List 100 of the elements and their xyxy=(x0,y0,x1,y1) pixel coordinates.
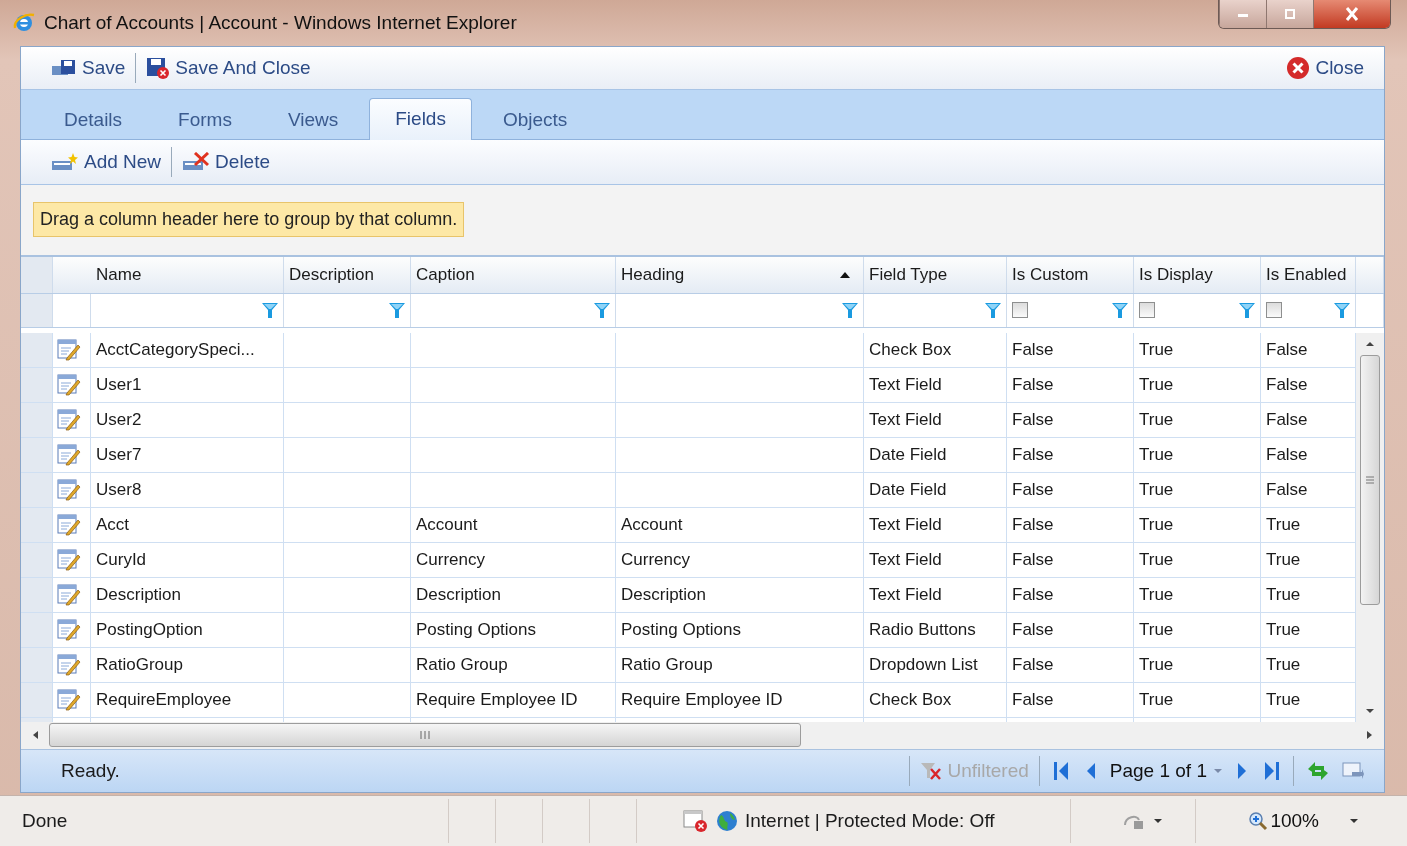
save-and-close-button[interactable]: Save And Close xyxy=(142,54,315,81)
close-icon xyxy=(1286,55,1311,80)
table-cell: Posting Options xyxy=(411,612,616,647)
table-cell: Currency xyxy=(411,542,616,577)
caret-icon xyxy=(1213,768,1223,774)
table-cell: True xyxy=(1134,507,1261,542)
table-cell: Account xyxy=(616,507,864,542)
table-cell: False xyxy=(1007,507,1134,542)
popup-blocked-icon[interactable] xyxy=(683,809,709,834)
filter-checkbox[interactable] xyxy=(1139,302,1155,319)
filter-icon[interactable] xyxy=(984,301,1002,320)
table-cell: Acct xyxy=(91,507,284,542)
tab[interactable]: Details xyxy=(39,100,148,139)
edit-record-icon[interactable] xyxy=(57,373,81,396)
edit-record-icon[interactable] xyxy=(57,688,81,711)
column-header[interactable]: Field Type xyxy=(864,256,1007,293)
column-header[interactable]: Is Custom xyxy=(1007,256,1134,293)
table-cell: Require Employee ID xyxy=(411,682,616,717)
edit-record-icon[interactable] xyxy=(57,583,81,606)
table-cell: Currency xyxy=(616,542,864,577)
edit-record-icon[interactable] xyxy=(57,548,81,571)
grip-icon xyxy=(1365,475,1375,484)
clear-filter-icon xyxy=(920,761,943,781)
edit-record-icon[interactable] xyxy=(57,653,81,676)
filter-checkbox[interactable] xyxy=(1012,302,1028,319)
status-text: Ready. xyxy=(61,760,120,782)
scrollbar-thumb[interactable] xyxy=(49,723,801,748)
grip-icon xyxy=(419,730,431,741)
maximize-button[interactable] xyxy=(1266,0,1313,28)
filter-checkbox[interactable] xyxy=(1266,302,1282,319)
add-new-button[interactable]: Add New xyxy=(47,148,166,175)
vertical-scrollbar[interactable] xyxy=(1356,332,1384,722)
globe-icon xyxy=(715,809,739,834)
edit-record-icon[interactable] xyxy=(57,443,81,466)
filter-icon[interactable] xyxy=(388,301,406,320)
group-by-panel: Drag a column header here to group by that column. xyxy=(33,202,465,238)
table-cell: True xyxy=(1134,647,1261,682)
tab[interactable]: Forms xyxy=(153,100,257,139)
add-record-icon xyxy=(51,151,79,172)
column-header[interactable]: Caption xyxy=(411,256,616,293)
filter-icon[interactable] xyxy=(1111,301,1129,320)
column-header[interactable]: Description xyxy=(284,256,411,293)
security-zone-text: Internet | Protected Mode: Off xyxy=(745,810,995,833)
table-cell: Radio Buttons xyxy=(864,612,1007,647)
table-cell: Text Field xyxy=(864,367,1007,402)
table-cell: Date Field xyxy=(864,472,1007,507)
delete-button[interactable]: Delete xyxy=(178,148,275,175)
edit-record-icon[interactable] xyxy=(57,513,81,536)
edit-record-icon[interactable] xyxy=(57,618,81,641)
table-cell: True xyxy=(1134,367,1261,402)
filter-icon[interactable] xyxy=(1333,301,1351,320)
delete-record-icon xyxy=(182,151,211,172)
page-selector[interactable]: Page 1 of 1 xyxy=(1103,760,1229,782)
table-cell: False xyxy=(1007,612,1134,647)
table-cell: RatioGroup xyxy=(91,647,284,682)
table-cell: User1 xyxy=(91,367,284,402)
tab[interactable]: Views xyxy=(262,100,364,139)
filter-icon[interactable] xyxy=(593,301,611,320)
next-page-icon[interactable] xyxy=(1235,760,1249,782)
filter-icon[interactable] xyxy=(1238,301,1256,320)
table-cell: AcctCategorySpeci... xyxy=(91,332,284,367)
edit-record-icon[interactable] xyxy=(57,478,81,501)
column-header[interactable]: Is Display xyxy=(1134,256,1261,293)
save-button[interactable]: Save xyxy=(47,54,130,81)
tab[interactable]: Objects xyxy=(477,100,593,139)
table-cell: False xyxy=(1007,437,1134,472)
tab[interactable]: Fields xyxy=(369,97,472,140)
table-cell: Description xyxy=(616,577,864,612)
table-cell: Check Box xyxy=(864,332,1007,367)
filter-icon[interactable] xyxy=(261,301,279,320)
table-cell: True xyxy=(1134,472,1261,507)
table-cell: Ratio Group xyxy=(616,647,864,682)
table-cell: False xyxy=(1007,402,1134,437)
table-cell: True xyxy=(1134,542,1261,577)
table-cell: Description xyxy=(91,577,284,612)
close-window-button[interactable] xyxy=(1313,0,1390,28)
table-cell: Description xyxy=(411,577,616,612)
edit-record-icon[interactable] xyxy=(57,408,81,431)
table-cell: Text Field xyxy=(864,542,1007,577)
table-cell: Check Box xyxy=(864,682,1007,717)
edit-record-icon[interactable] xyxy=(57,338,81,361)
column-header[interactable]: Is Enabled xyxy=(1261,256,1356,293)
refresh-arrows-icon[interactable] xyxy=(1306,760,1330,782)
filter-icon[interactable] xyxy=(841,301,859,320)
zoom-dropdown[interactable]: 100% xyxy=(1242,809,1365,834)
table-cell: True xyxy=(1134,402,1261,437)
close-button[interactable]: Close xyxy=(1282,53,1368,82)
table-cell: CuryId xyxy=(91,542,284,577)
table-cell: True xyxy=(1134,612,1261,647)
table-cell: Text Field xyxy=(864,507,1007,542)
horizontal-scrollbar[interactable] xyxy=(21,721,1384,749)
maximize-icon xyxy=(1282,8,1298,20)
minimize-button[interactable] xyxy=(1219,0,1266,28)
column-header[interactable]: Name xyxy=(91,256,284,293)
table-cell: Dropdown List xyxy=(864,647,1007,682)
scrollbar-thumb[interactable] xyxy=(1360,354,1380,605)
column-header[interactable]: Heading xyxy=(616,256,864,293)
table-cell: Posting Options xyxy=(616,612,864,647)
table-cell: True xyxy=(1134,682,1261,717)
table-cell: RequireEmployee xyxy=(91,682,284,717)
